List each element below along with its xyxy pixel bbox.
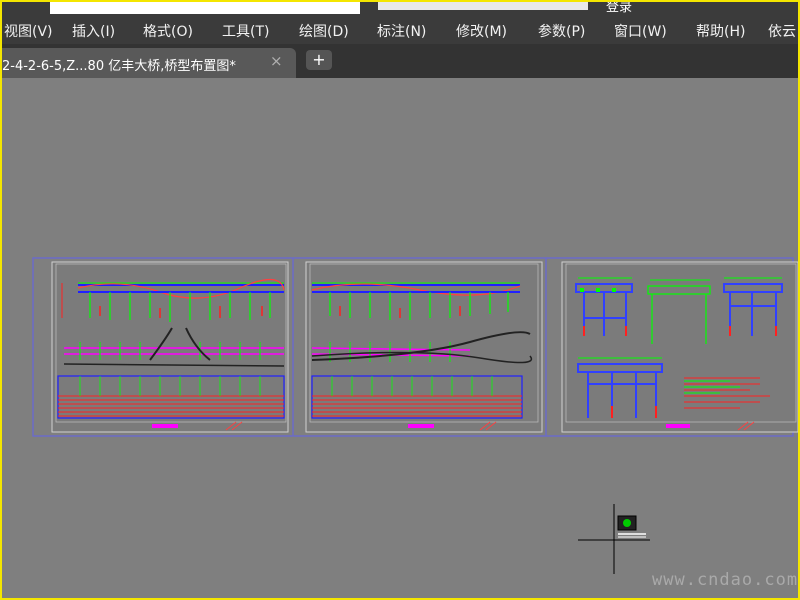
document-tab-title: 2-4-2-6-5,Z...80 亿丰大桥,桥型布置图* <box>2 59 236 74</box>
menu-yiyun[interactable]: 依云 <box>768 21 796 41</box>
document-tab-active[interactable]: 2-4-2-6-5,Z...80 亿丰大桥,桥型布置图* × <box>0 48 296 78</box>
quick-access-field[interactable] <box>50 0 360 14</box>
menu-modify[interactable]: 修改(M) <box>456 21 507 41</box>
close-icon[interactable]: × <box>270 52 283 70</box>
menu-draw[interactable]: 绘图(D) <box>299 21 349 41</box>
menu-format[interactable]: 格式(O) <box>143 21 193 41</box>
watermark-text: www.cndao.com <box>652 570 799 590</box>
menu-insert[interactable]: 插入(I) <box>72 21 115 41</box>
drawing-canvas[interactable]: www.cndao.com <box>0 78 800 600</box>
login-label[interactable]: 登录 <box>606 0 632 14</box>
model-space-drawings <box>32 257 799 574</box>
menu-view[interactable]: 视图(V) <box>4 21 53 41</box>
pier-detail-sheet <box>561 261 799 433</box>
menu-help[interactable]: 帮助(H) <box>696 21 745 41</box>
layout-sheet-2 <box>305 261 543 433</box>
document-tab-bar: 2-4-2-6-5,Z...80 亿丰大桥,桥型布置图* × + <box>0 44 800 78</box>
ucs-icon <box>617 515 646 538</box>
plus-icon[interactable]: + <box>306 50 332 70</box>
title-bar: 登录 <box>0 0 800 14</box>
crosshair-cursor-icon <box>578 504 650 574</box>
menu-window[interactable]: 窗口(W) <box>614 21 667 41</box>
menu-parametric[interactable]: 参数(P) <box>538 21 585 41</box>
menu-bar: 视图(V) 插入(I) 格式(O) 工具(T) 绘图(D) 标注(N) 修改(M… <box>0 14 800 44</box>
search-field[interactable] <box>378 0 588 10</box>
menu-dimension[interactable]: 标注(N) <box>377 21 426 41</box>
layout-sheet-1 <box>51 261 289 433</box>
menu-tools[interactable]: 工具(T) <box>222 21 269 41</box>
